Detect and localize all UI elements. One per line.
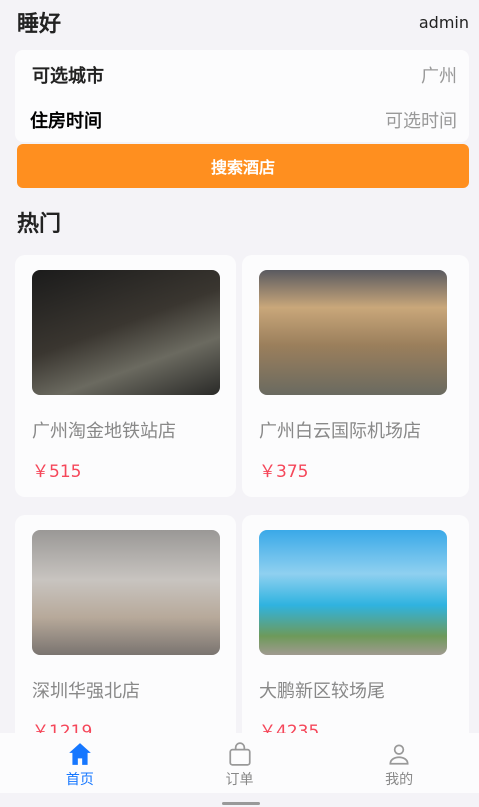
- tab-orders[interactable]: 订单: [160, 733, 320, 793]
- hotel-card[interactable]: 深圳华强北店 ￥1219: [15, 515, 236, 757]
- home-indicator: [222, 802, 260, 805]
- date-label: 住房时间: [30, 111, 102, 132]
- city-picker[interactable]: 可选城市 广州: [32, 60, 457, 90]
- date-picker[interactable]: 住房时间 可选时间: [30, 105, 457, 135]
- search-card: 可选城市 广州 住房时间 可选时间: [15, 50, 469, 142]
- section-title: 热门: [17, 212, 62, 237]
- search-hotel-button[interactable]: 搜索酒店: [17, 144, 469, 188]
- city-value[interactable]: 广州: [421, 62, 457, 88]
- hotel-image: [32, 530, 220, 655]
- tab-label: 首页: [65, 772, 94, 788]
- hotel-name: 大鹏新区较场尾: [259, 681, 385, 702]
- date-value[interactable]: 可选时间: [385, 107, 457, 133]
- hotel-price: ￥375: [259, 462, 309, 482]
- city-label: 可选城市: [32, 66, 104, 87]
- hotel-name: 广州淘金地铁站店: [32, 421, 176, 442]
- header: 睡好 admin: [17, 4, 469, 40]
- user-icon: [389, 744, 409, 765]
- tab-bar: 首页 订单 我的: [0, 733, 479, 793]
- username[interactable]: admin: [419, 13, 469, 32]
- hotel-image: [259, 530, 447, 655]
- hotel-price: ￥515: [32, 462, 82, 482]
- hotel-card[interactable]: 广州白云国际机场店 ￥375: [242, 255, 469, 497]
- tab-profile[interactable]: 我的: [319, 733, 479, 793]
- bag-icon: [228, 742, 251, 766]
- tab-label: 我的: [385, 772, 414, 788]
- hotel-image: [32, 270, 220, 395]
- hotel-name: 广州白云国际机场店: [259, 421, 421, 442]
- home-icon: [68, 743, 91, 765]
- tab-label: 订单: [225, 772, 254, 788]
- hotel-card[interactable]: 大鹏新区较场尾 ￥4235: [242, 515, 469, 757]
- hotel-name: 深圳华强北店: [32, 681, 140, 702]
- hotel-card[interactable]: 广州淘金地铁站店 ￥515: [15, 255, 236, 497]
- app-title: 睡好: [17, 12, 62, 37]
- tab-home[interactable]: 首页: [0, 733, 160, 793]
- hotel-image: [259, 270, 447, 395]
